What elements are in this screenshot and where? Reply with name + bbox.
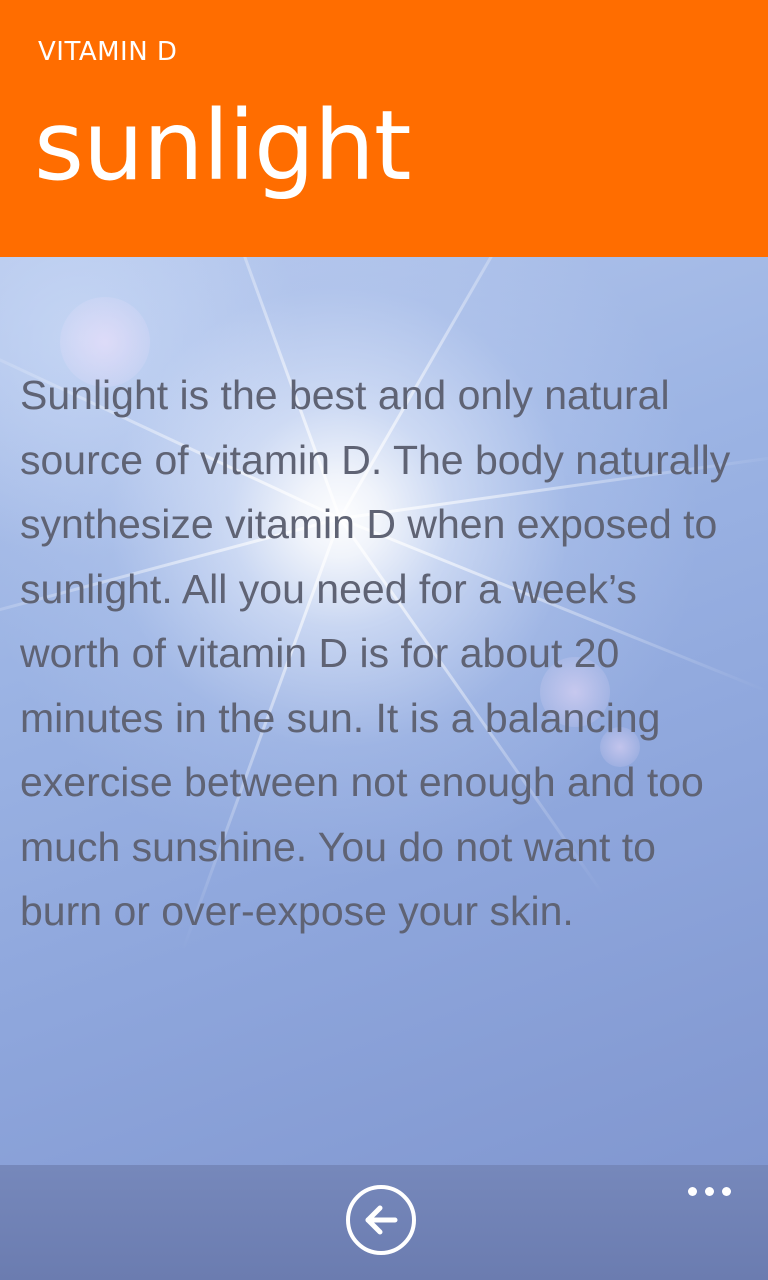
app-bar xyxy=(0,1165,768,1280)
article-text: Sunlight is the best and only natural so… xyxy=(20,372,731,934)
content-panel: Sunlight is the best and only natural so… xyxy=(0,257,768,1165)
more-options-button[interactable] xyxy=(680,1177,740,1207)
back-arrow-icon xyxy=(365,1205,398,1235)
page-title: sunlight xyxy=(34,90,411,202)
app-title: VITAMIN D xyxy=(38,37,178,67)
back-button[interactable] xyxy=(346,1185,416,1255)
page-header: VITAMIN D sunlight xyxy=(0,0,768,257)
